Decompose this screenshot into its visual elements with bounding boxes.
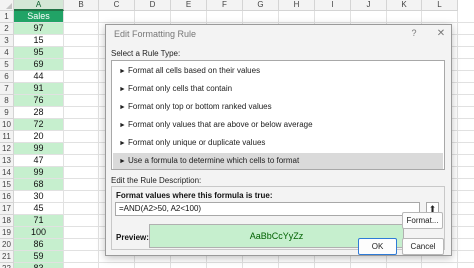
row-header-12[interactable]: 12 bbox=[0, 143, 14, 155]
row-gridline bbox=[64, 262, 474, 263]
cell-a16[interactable]: 30 bbox=[14, 191, 64, 203]
rule-type-item[interactable]: ► Format only cells that contain bbox=[113, 81, 443, 97]
dialog-title: Edit Formatting Rule bbox=[114, 29, 197, 39]
rule-type-item[interactable]: ► Format only top or bottom ranked values bbox=[113, 99, 443, 115]
row-gridline bbox=[64, 22, 474, 23]
row-header-9[interactable]: 9 bbox=[0, 107, 14, 119]
cell-a5[interactable]: 69 bbox=[14, 59, 64, 71]
row-header-2[interactable]: 2 bbox=[0, 23, 14, 35]
row-header-6[interactable]: 6 bbox=[0, 71, 14, 83]
row-header-20[interactable]: 20 bbox=[0, 239, 14, 251]
column-header-d[interactable]: D bbox=[135, 0, 171, 11]
triangle-right-icon: ► bbox=[119, 158, 126, 165]
cell-a13[interactable]: 47 bbox=[14, 155, 64, 167]
column-header-b[interactable]: B bbox=[64, 0, 99, 11]
row-header-14[interactable]: 14 bbox=[0, 167, 14, 179]
column-header-j[interactable]: J bbox=[351, 0, 387, 11]
rule-type-list[interactable]: ► Format all cells based on their values ►… bbox=[111, 60, 445, 170]
row-header-18[interactable]: 18 bbox=[0, 215, 14, 227]
dialog-titlebar[interactable]: Edit Formatting Rule ? ✕ bbox=[106, 25, 451, 42]
edit-rule-description-label: Edit the Rule Description: bbox=[111, 176, 202, 185]
preview-label: Preview: bbox=[116, 233, 149, 242]
rule-type-label: Format only unique or duplicate values bbox=[128, 138, 266, 147]
formula-input[interactable]: =AND(A2>50, A2<100) bbox=[115, 202, 420, 216]
format-button[interactable]: Format... bbox=[402, 212, 443, 229]
ok-button[interactable]: OK bbox=[358, 238, 397, 255]
rule-type-item[interactable]: ► Format all cells based on their values bbox=[113, 63, 443, 79]
row-header-11[interactable]: 11 bbox=[0, 131, 14, 143]
row-header-17[interactable]: 17 bbox=[0, 203, 14, 215]
formula-label: Format values where this formula is true… bbox=[116, 191, 273, 200]
help-button[interactable]: ? bbox=[408, 28, 420, 39]
column-header-g[interactable]: G bbox=[243, 0, 279, 11]
column-header-k[interactable]: K bbox=[387, 0, 422, 11]
rule-type-item[interactable]: ► Use a formula to determine which cells … bbox=[113, 153, 443, 169]
select-rule-type-label: Select a Rule Type: bbox=[111, 49, 181, 58]
cell-a8[interactable]: 76 bbox=[14, 95, 64, 107]
rule-type-label: Use a formula to determine which cells t… bbox=[128, 156, 300, 165]
cell-a22[interactable]: 83 bbox=[14, 263, 64, 268]
cell-a11[interactable]: 20 bbox=[14, 131, 64, 143]
column-gridline bbox=[457, 11, 458, 268]
row-header-4[interactable]: 4 bbox=[0, 47, 14, 59]
rule-type-label: Format only values that are above or bel… bbox=[128, 120, 313, 129]
cell-a7[interactable]: 91 bbox=[14, 83, 64, 95]
row-header-10[interactable]: 10 bbox=[0, 119, 14, 131]
row-header-19[interactable]: 19 bbox=[0, 227, 14, 239]
rule-type-label: Format only top or bottom ranked values bbox=[128, 102, 272, 111]
triangle-right-icon: ► bbox=[119, 86, 126, 93]
triangle-right-icon: ► bbox=[119, 122, 126, 129]
cell-a6[interactable]: 44 bbox=[14, 71, 64, 83]
column-header-h[interactable]: H bbox=[279, 0, 315, 11]
cell-a4[interactable]: 95 bbox=[14, 47, 64, 59]
column-header-a[interactable]: A bbox=[14, 0, 64, 11]
cell-a18[interactable]: 71 bbox=[14, 215, 64, 227]
column-header-f[interactable]: F bbox=[207, 0, 243, 11]
column-header-c[interactable]: C bbox=[99, 0, 135, 11]
edit-formatting-rule-dialog: Edit Formatting Rule ? ✕ Select a Rule T… bbox=[105, 24, 452, 256]
row-header-7[interactable]: 7 bbox=[0, 83, 14, 95]
close-icon[interactable]: ✕ bbox=[435, 28, 447, 39]
column-gridline bbox=[98, 11, 99, 268]
row-header-15[interactable]: 15 bbox=[0, 179, 14, 191]
cell-a19[interactable]: 100 bbox=[14, 227, 64, 239]
row-header-22[interactable]: 22 bbox=[0, 263, 14, 268]
row-header-16[interactable]: 16 bbox=[0, 191, 14, 203]
row-header-8[interactable]: 8 bbox=[0, 95, 14, 107]
row-header-21[interactable]: 21 bbox=[0, 251, 14, 263]
cell-a21[interactable]: 59 bbox=[14, 251, 64, 263]
column-header-l[interactable]: L bbox=[422, 0, 458, 11]
row-header-1[interactable]: 1 bbox=[0, 11, 14, 23]
cell-a1-header[interactable]: Sales bbox=[14, 11, 64, 23]
triangle-right-icon: ► bbox=[119, 104, 126, 111]
cell-a2[interactable]: 97 bbox=[14, 23, 64, 35]
rule-type-label: Format only cells that contain bbox=[128, 84, 233, 93]
rule-type-label: Format all cells based on their values bbox=[128, 66, 261, 75]
row-header-13[interactable]: 13 bbox=[0, 155, 14, 167]
select-all-corner[interactable] bbox=[0, 0, 14, 11]
cell-a20[interactable]: 86 bbox=[14, 239, 64, 251]
cell-a10[interactable]: 72 bbox=[14, 119, 64, 131]
triangle-right-icon: ► bbox=[119, 140, 126, 147]
triangle-right-icon: ► bbox=[119, 68, 126, 75]
cancel-button[interactable]: Cancel bbox=[402, 238, 444, 255]
column-header-e[interactable]: E bbox=[171, 0, 207, 11]
cell-a12[interactable]: 99 bbox=[14, 143, 64, 155]
cell-a3[interactable]: 15 bbox=[14, 35, 64, 47]
row-header-3[interactable]: 3 bbox=[0, 35, 14, 47]
column-header-i[interactable]: I bbox=[315, 0, 351, 11]
cell-a14[interactable]: 99 bbox=[14, 167, 64, 179]
rule-type-item[interactable]: ► Format only values that are above or be… bbox=[113, 117, 443, 133]
cell-a9[interactable]: 28 bbox=[14, 107, 64, 119]
rule-type-item[interactable]: ► Format only unique or duplicate values bbox=[113, 135, 443, 151]
cell-a17[interactable]: 45 bbox=[14, 203, 64, 215]
cell-a15[interactable]: 68 bbox=[14, 179, 64, 191]
row-header-5[interactable]: 5 bbox=[0, 59, 14, 71]
